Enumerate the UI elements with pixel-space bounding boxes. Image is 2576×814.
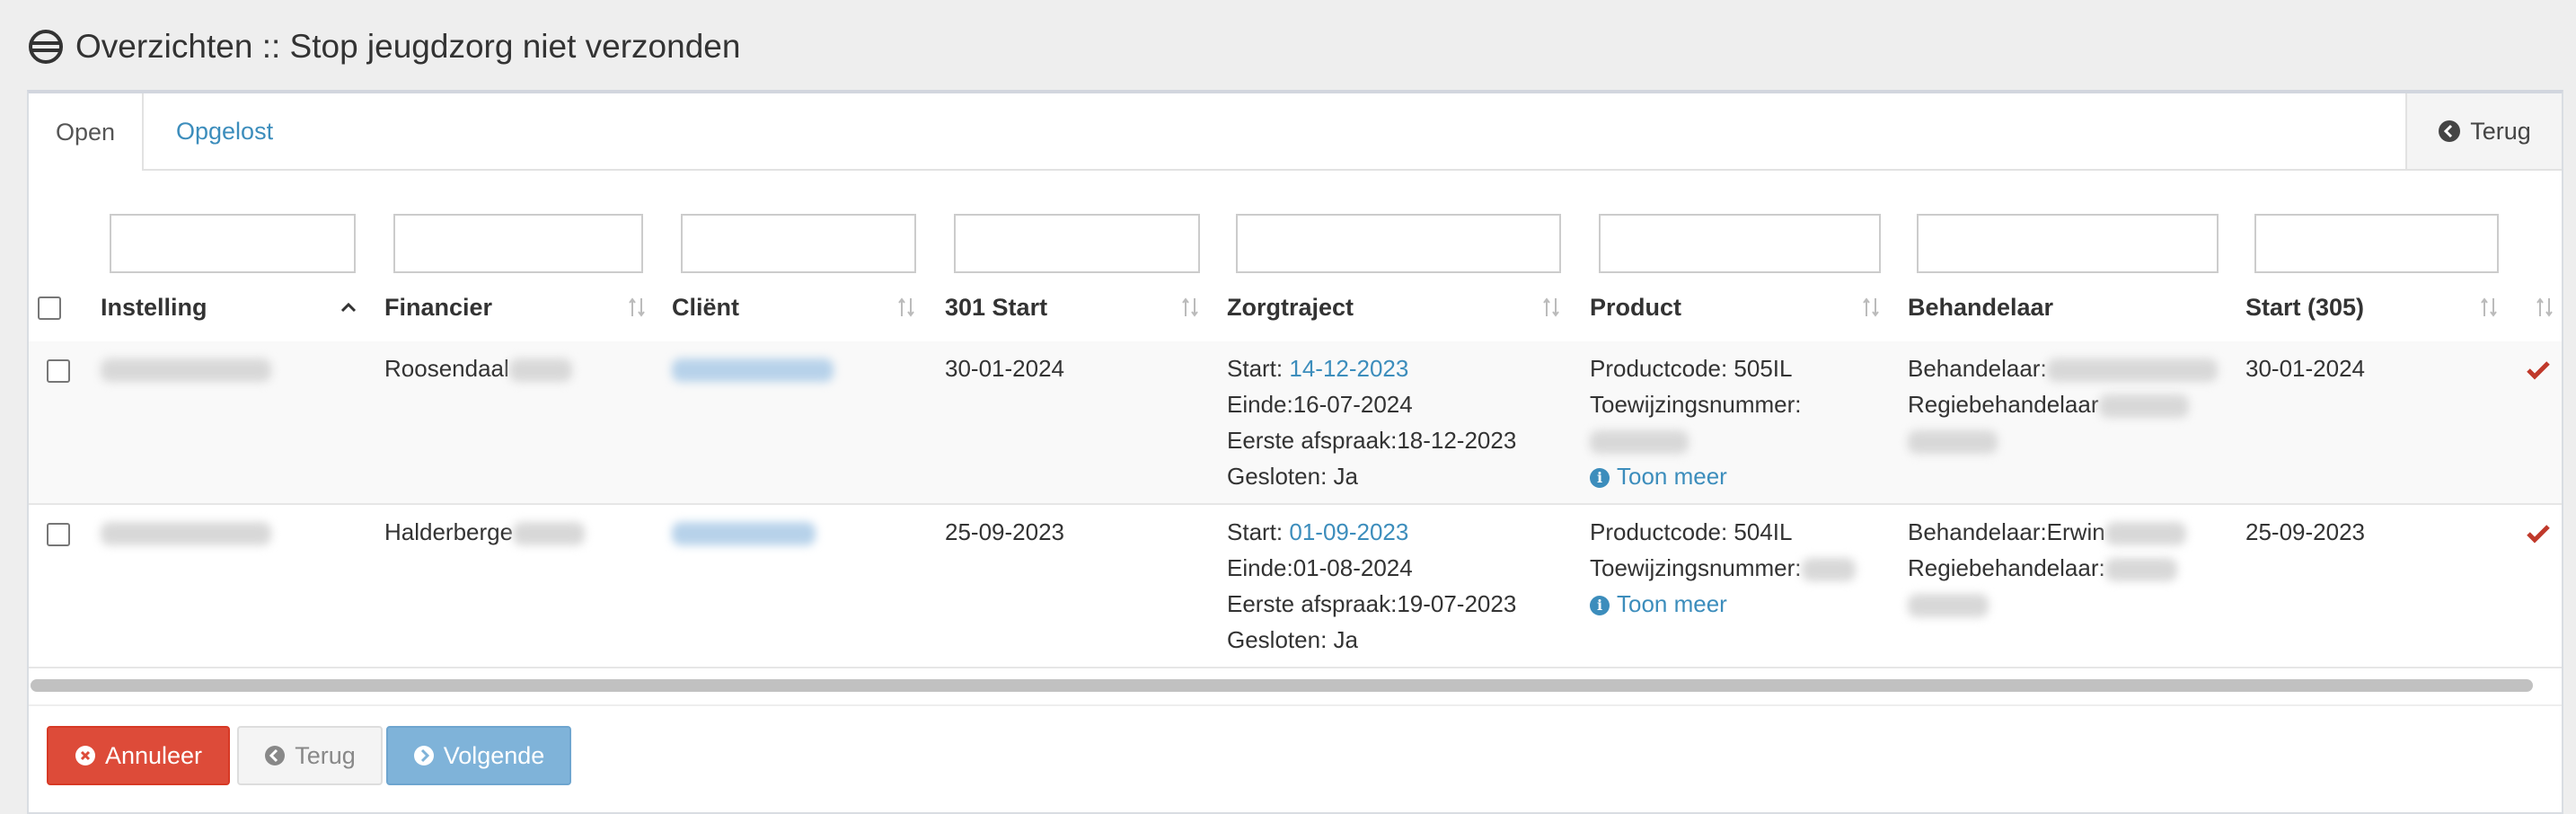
cell-client[interactable] (672, 514, 816, 550)
cell-301start: 30-01-2024 (945, 355, 1064, 382)
sort-icon[interactable] (2535, 295, 2554, 320)
cell-behandelaar: Behandelaar: Regiebehandelaar (1908, 350, 2218, 458)
times-circle-icon (75, 746, 95, 765)
cell-product: Productcode: 504IL Toewijzingsnummer: iT… (1590, 514, 1856, 622)
page-title: Overzichten :: Stop jeugdzorg niet verzo… (27, 23, 740, 70)
arrow-circle-right-icon (413, 746, 434, 765)
info-icon: i (1590, 468, 1610, 489)
volgende-label: Volgende (443, 741, 545, 769)
sort-icon[interactable] (2479, 295, 2499, 320)
cell-product: Productcode: 505IL Toewijzingsnummer: iT… (1590, 350, 1802, 494)
sort-icon[interactable] (1861, 295, 1881, 320)
filter-client-input[interactable] (681, 214, 916, 273)
cell-301start: 25-09-2023 (945, 518, 1064, 545)
arrow-circle-left-icon (265, 746, 286, 765)
filter-instelling-input[interactable] (110, 214, 356, 273)
page-title-text: Overzichten :: Stop jeugdzorg niet verzo… (75, 28, 741, 65)
cell-financier: Halderberge (384, 514, 586, 550)
cell-start305: 30-01-2024 (2245, 355, 2365, 382)
cell-instelling (101, 514, 271, 550)
filter-301start-input[interactable] (954, 214, 1200, 273)
toon-meer-link[interactable]: i Toon meer (1590, 586, 1856, 622)
filter-behandelaar-input[interactable] (1917, 214, 2219, 273)
sort-icon[interactable] (896, 295, 916, 320)
col-financier[interactable]: Financier (384, 273, 492, 341)
info-icon: i (1590, 596, 1610, 616)
table-row[interactable]: Halderberge 25-09-2023 Start: 01-09-2023… (29, 505, 2562, 668)
horizontal-scrollbar[interactable] (31, 679, 2533, 692)
col-client[interactable]: Cliënt (672, 273, 739, 341)
tab-bar: Open Opgelost Terug (29, 93, 2562, 171)
cell-instelling (101, 350, 271, 386)
terug-label: Terug (295, 741, 356, 769)
terug-button[interactable]: Terug (237, 726, 383, 785)
ban-icon (29, 30, 63, 64)
filter-zorgtraject-input[interactable] (1236, 214, 1561, 273)
page: Overzichten :: Stop jeugdzorg niet verzo… (0, 0, 2576, 814)
col-instelling[interactable]: Instelling (101, 273, 207, 341)
volgende-button[interactable]: Volgende (386, 726, 571, 785)
annuleer-label: Annuleer (104, 741, 203, 769)
table-row[interactable]: Roosendaal 30-01-2024 Start: 14-12-2023 … (29, 341, 2562, 505)
arrow-circle-left-icon (2439, 120, 2461, 142)
zorgtraject-start-link[interactable]: 01-09-2023 (1289, 518, 1408, 545)
filter-product-input[interactable] (1599, 214, 1881, 273)
annuleer-button[interactable]: Annuleer (47, 726, 230, 785)
col-behandelaar[interactable]: Behandelaar (1908, 273, 2053, 341)
sort-icon[interactable] (1180, 295, 1200, 320)
sort-icon[interactable] (627, 295, 647, 320)
row-checkbox[interactable] (47, 523, 70, 546)
cell-financier: Roosendaal (384, 350, 572, 386)
filter-start305-input[interactable] (2254, 214, 2499, 273)
col-start305[interactable]: Start (305) (2245, 273, 2364, 341)
footer-actions: Annuleer Terug Volgende (29, 704, 2562, 814)
filter-financier-input[interactable] (393, 214, 643, 273)
zorgtraject-start-link[interactable]: 14-12-2023 (1289, 355, 1408, 382)
back-tab-button[interactable]: Terug (2405, 93, 2562, 169)
back-tab-label: Terug (2470, 117, 2531, 145)
col-zorgtraject[interactable]: Zorgtraject (1227, 273, 1354, 341)
col-product[interactable]: Product (1590, 273, 1681, 341)
cell-zorgtraject: Start: 01-09-2023 Einde:01-08-2024 Eerst… (1227, 518, 1517, 653)
cell-start305: 25-09-2023 (2245, 518, 2365, 545)
row-checkbox[interactable] (47, 359, 70, 383)
check-icon (2527, 525, 2550, 544)
cell-behandelaar: Behandelaar:Erwin Regiebehandelaar: (1908, 514, 2186, 622)
overview-panel: Open Opgelost Terug Instelling Financier (27, 90, 2563, 814)
cell-client[interactable] (672, 350, 834, 386)
sort-asc-icon[interactable] (339, 295, 358, 320)
tab-opgelost[interactable]: Opgelost (176, 93, 273, 169)
table-header: Instelling Financier Cliënt 301 Start Zo… (29, 273, 2562, 343)
sort-icon[interactable] (1541, 295, 1561, 320)
check-icon (2527, 361, 2550, 380)
cell-zorgtraject: Start: 14-12-2023 Einde:16-07-2024 Eerst… (1227, 355, 1517, 490)
toon-meer-link[interactable]: i Toon meer (1590, 458, 1802, 494)
select-all-checkbox[interactable] (38, 296, 61, 320)
col-301start[interactable]: 301 Start (945, 273, 1047, 341)
tab-open[interactable]: Open (29, 93, 144, 171)
